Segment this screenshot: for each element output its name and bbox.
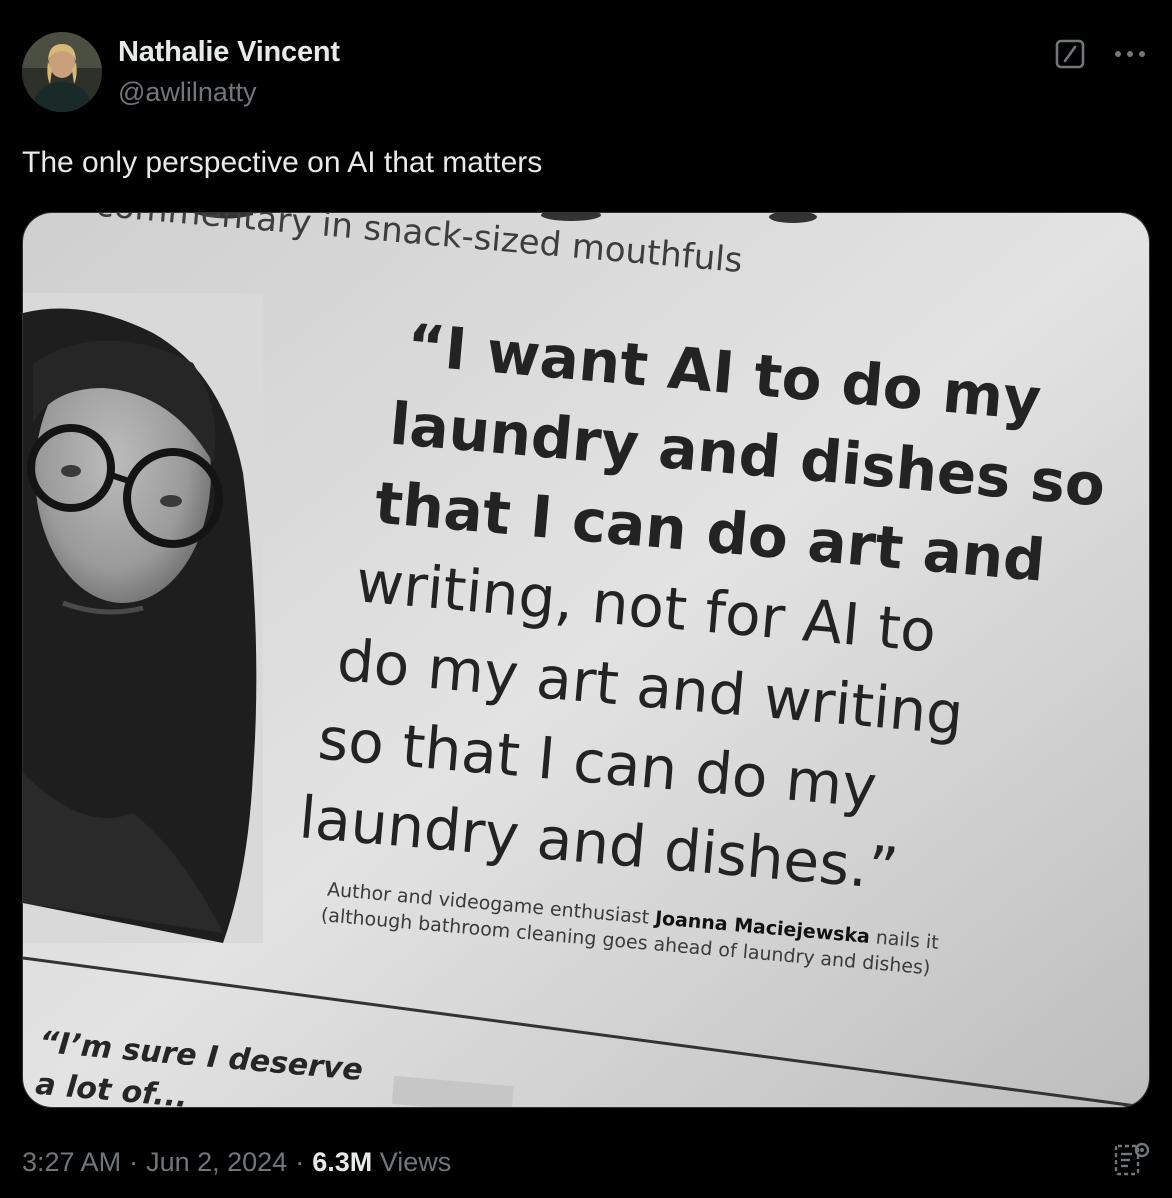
avatar-image [22,32,102,112]
tweet-date[interactable]: Jun 2, 2024 [146,1147,287,1177]
views-count: 6.3M [312,1147,373,1177]
author-handle[interactable]: @awlilnatty [118,74,340,110]
tweet-meta: 3:27 AM · Jun 2, 2024 · 6.3M Views [22,1140,451,1184]
author-display-name[interactable]: Nathalie Vincent [118,34,340,70]
tweet-time[interactable]: 3:27 AM [22,1147,121,1177]
grok-icon[interactable] [1052,36,1088,72]
tweet-header: Nathalie Vincent @awlilnatty [22,32,1150,112]
separator: · [295,1147,305,1177]
portrait-photo [23,293,263,943]
more-icon[interactable] [1110,36,1150,72]
analytics-icon[interactable] [1112,1140,1152,1180]
separator: · [129,1147,139,1177]
tweet-media-image[interactable]: commentary in snack-sized mouthfuls “I w… [22,212,1150,1108]
user-info: Nathalie Vincent @awlilnatty [118,34,340,110]
views-label: Views [379,1147,452,1177]
tweet-text: The only perspective on AI that matters [22,146,543,179]
user-avatar[interactable] [22,32,102,112]
